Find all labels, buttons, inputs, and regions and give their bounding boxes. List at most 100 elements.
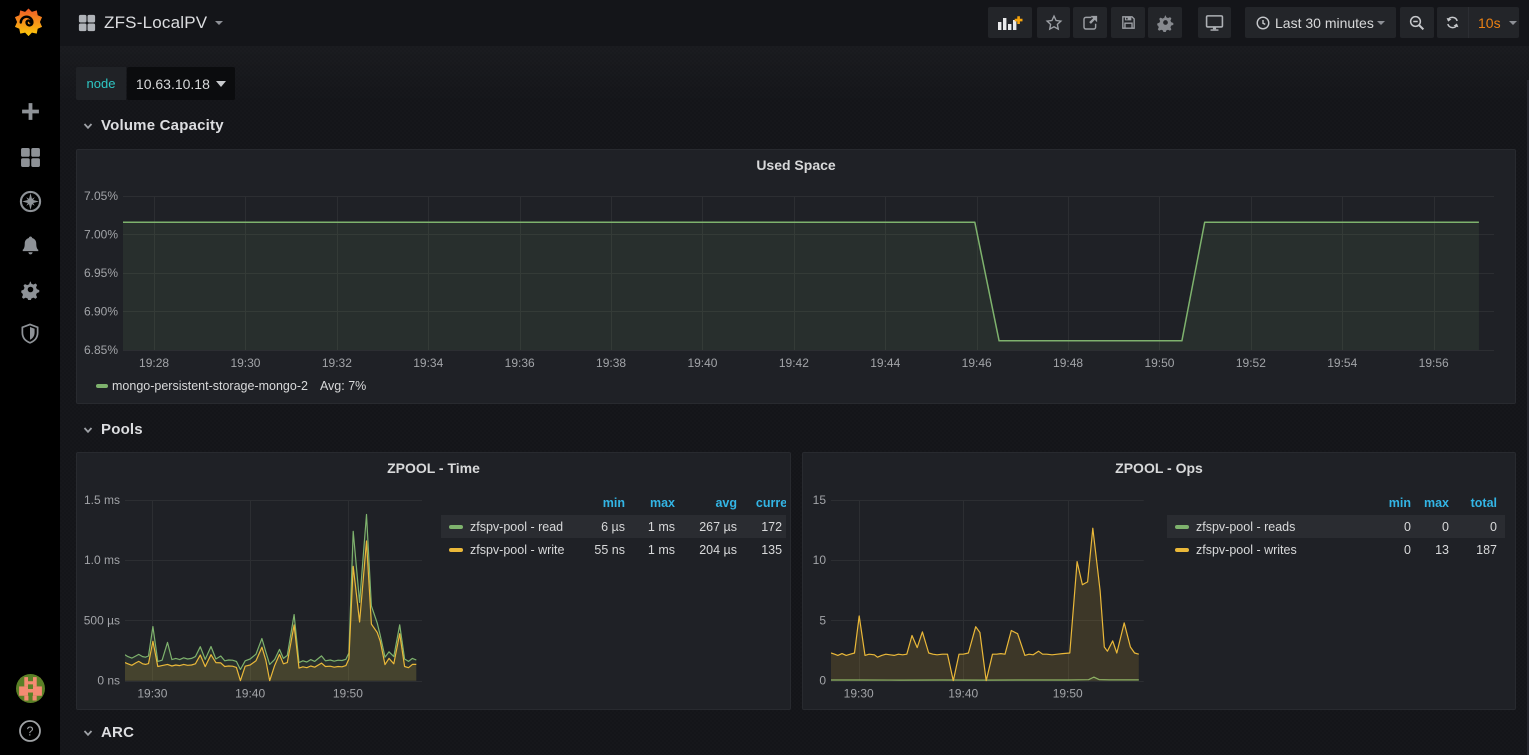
x-tick-label: 19:46 bbox=[962, 356, 992, 370]
dashboards-icon bbox=[20, 147, 41, 168]
legend-value: 0 bbox=[1167, 515, 1497, 538]
y-tick-label: 6.95% bbox=[84, 266, 118, 280]
sidebar-item-configuration[interactable] bbox=[0, 267, 60, 311]
plus-icon bbox=[20, 101, 41, 122]
submenu: node 10.63.10.18 bbox=[76, 67, 235, 100]
x-tick-label: 19:40 bbox=[235, 687, 265, 701]
y-tick-label: 7.05% bbox=[84, 189, 118, 203]
share-icon bbox=[1081, 14, 1099, 32]
x-tick-label: 19:28 bbox=[139, 356, 169, 370]
bell-icon bbox=[20, 235, 41, 256]
variable-value-dropdown[interactable]: 10.63.10.18 bbox=[127, 67, 235, 100]
legend-series-stat: Avg: 7% bbox=[320, 379, 366, 393]
x-tick-label: 19:30 bbox=[230, 356, 260, 370]
x-tick-label: 19:40 bbox=[687, 356, 717, 370]
row-header-pools[interactable]: Pools bbox=[82, 421, 143, 438]
panel-used-space: Used Space 6.85%6.90%6.95%7.00%7.05%19:2… bbox=[76, 149, 1516, 404]
legend-row: zfspv-pool - write55 ns1 ms204 µs135 µs bbox=[441, 538, 786, 561]
legend-row: zfspv-pool - read6 µs1 ms267 µs172 µs bbox=[441, 515, 786, 538]
user-avatar[interactable] bbox=[16, 674, 45, 703]
x-tick-label: 19:52 bbox=[1236, 356, 1266, 370]
add-panel-button[interactable] bbox=[988, 7, 1032, 38]
legend-row: zfspv-pool - writes013187 bbox=[1167, 538, 1505, 561]
variable-caret-icon bbox=[216, 81, 226, 87]
y-tick-label: 15 bbox=[813, 493, 827, 507]
y-tick-label: 1.5 ms bbox=[84, 493, 120, 507]
grafana-dashboard: ? ZFS-LocalPV bbox=[0, 0, 1529, 755]
chart-used_space[interactable]: 6.85%6.90%6.95%7.00%7.05%19:2819:3019:32… bbox=[77, 150, 1517, 405]
save-dashboard-button[interactable] bbox=[1111, 7, 1145, 38]
row-title: Volume Capacity bbox=[101, 117, 224, 134]
legend-table: minmaxavgcurrentzfspv-pool - read6 µs1 m… bbox=[441, 491, 786, 561]
refresh-caret-icon bbox=[1509, 21, 1517, 25]
star-dashboard-button[interactable] bbox=[1037, 7, 1070, 38]
legend-value: 172 µs bbox=[441, 515, 786, 538]
legend-value: 187 bbox=[1167, 538, 1497, 561]
legend-header-row: minmaxavgcurrent bbox=[441, 491, 786, 515]
y-tick-label: 500 µs bbox=[84, 613, 120, 627]
y-tick-label: 5 bbox=[819, 613, 826, 627]
y-tick-label: 7.00% bbox=[84, 228, 118, 242]
x-tick-label: 19:50 bbox=[1144, 356, 1174, 370]
legend-column-header-current[interactable]: current bbox=[441, 491, 786, 515]
x-tick-label: 19:42 bbox=[779, 356, 809, 370]
legend-series-name[interactable]: mongo-persistent-storage-mongo-2 bbox=[112, 379, 308, 393]
dashboard-title-group[interactable]: ZFS-LocalPV bbox=[78, 0, 223, 46]
time-range-label: Last 30 minutes bbox=[1275, 15, 1374, 31]
navbar: ZFS-LocalPV Last 30 minutes bbox=[60, 0, 1529, 46]
row-header-volume-capacity[interactable]: Volume Capacity bbox=[82, 117, 224, 134]
gear-icon bbox=[20, 279, 41, 300]
time-range-picker[interactable]: Last 30 minutes bbox=[1245, 7, 1396, 38]
refresh-picker[interactable]: 10s bbox=[1437, 7, 1519, 38]
legend-swatch-icon bbox=[96, 384, 108, 388]
x-tick-label: 19:30 bbox=[137, 687, 167, 701]
x-tick-label: 19:30 bbox=[844, 687, 874, 701]
dashboard-title: ZFS-LocalPV bbox=[104, 13, 207, 33]
sidebar-item-create[interactable] bbox=[0, 89, 60, 133]
refresh-interval-label: 10s bbox=[1478, 15, 1501, 31]
sidebar-item-dashboards[interactable] bbox=[0, 135, 60, 179]
x-tick-label: 19:36 bbox=[505, 356, 535, 370]
x-tick-label: 19:50 bbox=[1053, 687, 1083, 701]
y-tick-label: 6.85% bbox=[84, 343, 118, 357]
x-tick-label: 19:38 bbox=[596, 356, 626, 370]
save-icon bbox=[1120, 14, 1137, 31]
row-header-arc[interactable]: ARC bbox=[82, 724, 134, 741]
legend-item[interactable]: mongo-persistent-storage-mongo-2 Avg: 7% bbox=[96, 379, 366, 393]
legend-table: minmaxtotalzfspv-pool - reads000zfspv-po… bbox=[1167, 491, 1505, 561]
x-tick-label: 19:40 bbox=[948, 687, 978, 701]
x-tick-label: 19:32 bbox=[322, 356, 352, 370]
sidebar-item-explore[interactable] bbox=[0, 179, 60, 223]
time-range-caret-icon bbox=[1377, 21, 1385, 25]
x-tick-label: 19:50 bbox=[333, 687, 363, 701]
x-tick-label: 19:34 bbox=[413, 356, 443, 370]
zoom-out-icon bbox=[1408, 14, 1426, 32]
cycle-view-mode-button[interactable] bbox=[1198, 7, 1231, 38]
refresh-button[interactable] bbox=[1437, 7, 1469, 38]
grafana-logo-icon[interactable] bbox=[13, 7, 44, 38]
sidebar-item-alerting[interactable] bbox=[0, 223, 60, 267]
clock-icon bbox=[1256, 16, 1270, 30]
svg-text:?: ? bbox=[27, 724, 34, 738]
legend-value: 135 µs bbox=[441, 538, 786, 561]
chevron-down-icon bbox=[82, 424, 94, 436]
sidebar-item-server-admin[interactable] bbox=[0, 311, 60, 355]
series-zfspv-pool - writes bbox=[831, 528, 1139, 681]
series-mongo-persistent-storage-mongo-2 bbox=[123, 222, 1479, 350]
shield-icon bbox=[20, 323, 40, 344]
refresh-icon bbox=[1445, 15, 1460, 30]
zoom-out-button[interactable] bbox=[1400, 7, 1434, 38]
compass-icon bbox=[19, 190, 42, 213]
sidebar: ? bbox=[0, 0, 60, 755]
y-tick-label: 10 bbox=[813, 553, 827, 567]
x-tick-label: 19:44 bbox=[870, 356, 900, 370]
add-panel-icon bbox=[997, 13, 1023, 33]
monitor-icon bbox=[1205, 14, 1224, 32]
share-dashboard-button[interactable] bbox=[1073, 7, 1107, 38]
dashboard-grid-icon bbox=[78, 14, 96, 32]
dashboard-settings-button[interactable] bbox=[1148, 7, 1182, 38]
page-top-glow bbox=[60, 44, 1529, 104]
legend-column-header-total[interactable]: total bbox=[1167, 491, 1497, 515]
title-caret-icon bbox=[215, 21, 223, 25]
help-icon[interactable]: ? bbox=[18, 719, 42, 743]
